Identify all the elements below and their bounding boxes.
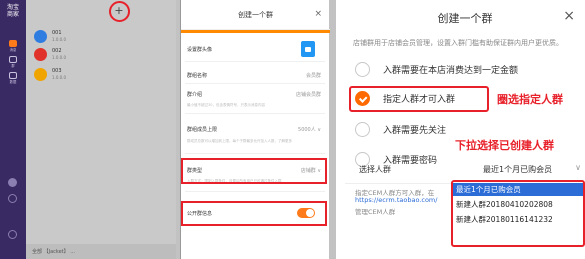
modal-header: 创建一个群 × <box>181 0 330 30</box>
list-item[interactable]: 002 1.0.0.0 <box>34 46 174 64</box>
ecrm-link[interactable]: https://ecrm.taobao.com/ <box>355 196 437 204</box>
option-label: 入群需要先关注 <box>383 126 447 136</box>
select-crowd-label: 选择人群 <box>359 165 391 174</box>
group-name-row[interactable]: 群组名称 会员群 <box>185 66 325 84</box>
close-icon[interactable]: × <box>314 9 322 19</box>
chevron-down-icon[interactable]: ∨ <box>575 163 581 172</box>
sidebar: 淘宝 商家 消息 群 数据 <box>0 0 26 259</box>
highlight-box-option <box>349 86 489 112</box>
dropdown-option[interactable]: 新建人群20180116141232 <box>453 213 583 226</box>
sidebar-item-groups[interactable]: 群 <box>2 56 24 69</box>
close-icon[interactable]: × <box>563 8 575 24</box>
help-icon[interactable] <box>8 230 17 239</box>
sidebar-item-label: 消息 <box>9 48 17 52</box>
conversation-name: 003 <box>52 68 62 74</box>
dropdown-option[interactable]: 新建人群20180410202808 <box>453 198 583 211</box>
gear-icon[interactable] <box>8 194 17 203</box>
avatar <box>34 30 47 43</box>
annotation-dropdown: 下拉选择已创建人群 <box>455 139 554 152</box>
accent-strip <box>181 30 330 33</box>
radio-icon[interactable] <box>355 122 370 137</box>
status-text: 全部 【Jacket】 ... <box>32 249 75 255</box>
group-intro-row[interactable]: 群介绍 店铺会员群 最小值不超过30，包含表情符号，只表示消息内容 <box>185 86 325 114</box>
group-name-input[interactable]: 会员群 <box>306 72 321 79</box>
sidebar-item-messages[interactable]: 消息 <box>2 40 24 53</box>
row-hint: 群成员总数可以增加到上限，每个子群最多允许加入人数，了解更多 <box>187 139 292 143</box>
modal-title: 创建一个群 <box>238 11 273 19</box>
conversation-sub: 1.0.0.0 <box>52 37 66 42</box>
avatar <box>34 48 47 61</box>
radio-option-spend-amount[interactable]: 入群需要在本店消费达到一定金额 <box>355 60 580 80</box>
app-screenshot: 淘宝 商家 消息 群 数据 + 001 1.0.0.0 002 1.0.0.0 <box>0 0 336 259</box>
option-label: 入群需要密码 <box>383 156 438 166</box>
conversation-name: 002 <box>52 48 62 54</box>
avatar-row: 设置群头像 <box>185 36 325 62</box>
status-bar: 全部 【Jacket】 ... <box>26 244 176 259</box>
row-label: 设置群头像 <box>187 47 213 53</box>
group-icon <box>9 56 17 63</box>
highlight-box-public-info <box>181 201 327 226</box>
modal-description: 店铺群用于店铺会员管理，设置入群门槛有助保证群内用户更优质。 <box>353 39 563 47</box>
conversation-list: + 001 1.0.0.0 002 1.0.0.0 003 1.0.0.0 <box>26 0 176 259</box>
zoomed-modal: 创建一个群 × 店铺群用于店铺会员管理，设置入群门槛有助保证群内用户更优质。 入… <box>345 0 585 259</box>
app-logo: 淘宝 商家 <box>6 4 19 18</box>
member-limit-select[interactable]: 5000人 ∨ <box>298 126 321 133</box>
row-label: 群介绍 <box>187 92 203 98</box>
row-hint: 最小值不超过30，包含表情符号，只表示消息内容 <box>187 103 265 107</box>
user-icon[interactable] <box>8 178 17 187</box>
member-limit-row[interactable]: 群组成员上限 5000人 ∨ 群成员总数可以增加到上限，每个子群最多允许加入人数… <box>185 120 325 154</box>
modal-title: 创建一个群 <box>437 12 493 25</box>
chart-icon <box>9 72 17 79</box>
dropdown-option[interactable]: 最近1个月已购会员 <box>453 183 583 196</box>
annotation-select-crowd: 圈选指定人群 <box>497 93 563 106</box>
row-label: 群组名称 <box>187 73 208 79</box>
highlight-box-group-type <box>181 158 327 184</box>
sidebar-item-label: 数据 <box>9 80 17 84</box>
sidebar-item-data[interactable]: 数据 <box>2 72 24 85</box>
avatar <box>34 68 47 81</box>
group-intro-input[interactable]: 店铺会员群 <box>296 91 321 98</box>
crowd-dropdown-menu: 最近1个月已购会员 新建人群20180410202808 新建人群2018011… <box>451 180 585 247</box>
radio-icon[interactable] <box>355 62 370 77</box>
list-item[interactable]: 003 1.0.0.0 <box>34 66 174 84</box>
conversation-sub: 1.0.0.0 <box>52 75 66 80</box>
upload-avatar-icon[interactable] <box>301 41 315 57</box>
select-desc-text: 管理CEM人群 <box>355 208 396 216</box>
sidebar-item-label: 群 <box>11 64 15 68</box>
conversation-sub: 1.0.0.0 <box>52 55 66 60</box>
message-icon <box>9 40 17 47</box>
select-crowd-value[interactable]: 最近1个月已购会员 <box>483 164 552 175</box>
conversation-name: 001 <box>52 30 62 36</box>
highlight-circle <box>109 1 130 22</box>
option-label: 入群需要在本店消费达到一定金额 <box>383 66 519 76</box>
list-item[interactable]: 001 1.0.0.0 <box>34 28 174 46</box>
row-label: 群组成员上限 <box>187 127 218 133</box>
